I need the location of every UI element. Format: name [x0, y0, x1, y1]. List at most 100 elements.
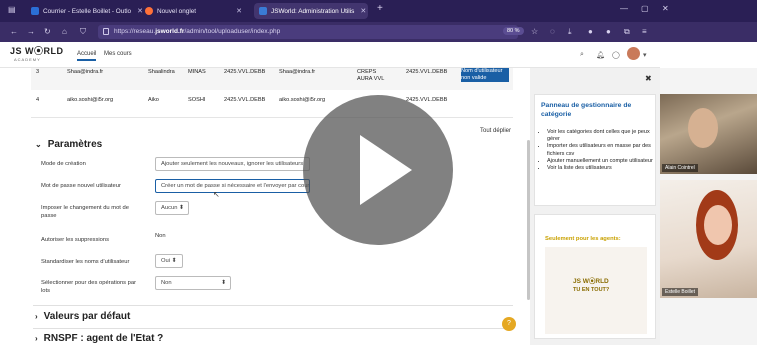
tab-label: Nouvel onglet	[157, 7, 197, 15]
download-icon[interactable]: ⤓	[568, 27, 572, 37]
select-arrow-icon: ⬍	[221, 280, 226, 286]
section-rnspf[interactable]: › RNSPF : agent de l'Etat ?	[35, 333, 163, 344]
chevron-down-icon[interactable]: ▾	[643, 51, 647, 59]
expand-all-link[interactable]: Tout déplier	[480, 128, 511, 134]
panel-link-add-user[interactable]: Ajouter manuellement un compte utilisate…	[547, 158, 655, 165]
participant-figure	[688, 108, 718, 148]
chevron-down-icon: ⌄	[35, 140, 42, 149]
url-prefix: https://reseau.	[114, 28, 156, 35]
cell-email: aiko.soshi@i5r.org	[67, 97, 114, 103]
close-icon[interactable]: ✖	[645, 74, 652, 83]
agents-image[interactable]: JS W⦿RLD TU EN TOUT?	[545, 247, 647, 334]
participant-name: Estelle Boillet	[662, 288, 699, 296]
back-icon[interactable]: ←	[10, 27, 18, 36]
help-button[interactable]: ?	[502, 317, 516, 331]
tab-outlook[interactable]: Courrier - Estelle Boillet - Outlo ✕	[26, 3, 148, 19]
play-button[interactable]	[303, 95, 453, 245]
close-tab-icon[interactable]: ✕	[360, 7, 366, 15]
section-default-values[interactable]: › Valeurs par défaut	[35, 311, 130, 322]
field-label: Mode de création	[41, 161, 86, 167]
firefox-icon	[145, 7, 153, 15]
browser-tab-bar: ▤ Courrier - Estelle Boillet - Outlo ✕ N…	[0, 0, 757, 22]
cell-code2: 2425.VVL.DEBB	[406, 69, 448, 75]
site-logo-subtitle: ACADEMY	[14, 57, 41, 62]
url-domain: jsworld.fr	[155, 28, 185, 35]
chevron-right-icon: ›	[35, 334, 38, 343]
bell-icon[interactable]: 🔔︎	[596, 51, 605, 59]
sidebar-toggle-icon[interactable]: ▤	[8, 5, 16, 14]
site-logo[interactable]: JS W⦿RLD	[10, 44, 64, 57]
home-icon[interactable]: ⌂	[62, 27, 67, 36]
panel-link-user-list[interactable]: Voir la liste des utilisateurs	[547, 165, 655, 172]
panel-link-view-categories[interactable]: Voir les catégories dont celles que je p…	[547, 129, 655, 143]
tab-jsworld[interactable]: JSWorld: Administration Utilis ✕	[254, 3, 368, 19]
bookmark-icon[interactable]: ☆	[531, 27, 538, 36]
new-tab-button[interactable]: +	[377, 3, 383, 14]
tab-new[interactable]: Nouvel onglet ✕	[140, 3, 247, 19]
lock-icon	[103, 28, 109, 35]
extensions-icon[interactable]: ⧉	[624, 27, 630, 37]
extension-icon[interactable]: ●	[588, 27, 593, 36]
cell-num: 4	[36, 97, 40, 103]
webcam-tile: Alain Cointrel	[660, 94, 757, 174]
avatar[interactable]	[627, 47, 640, 60]
search-icon[interactable]: ⌕	[580, 51, 584, 59]
jsworld-icon	[259, 7, 267, 15]
cell-status-invalid: Nom d'utilisateur non valide	[461, 68, 509, 82]
zoom-badge[interactable]: 80 %	[503, 27, 524, 35]
field-label: Imposer le changement du mot de passe	[41, 205, 129, 219]
select-value: Aucun	[161, 205, 178, 211]
table-row	[31, 90, 513, 118]
close-window-icon[interactable]: ✕	[662, 4, 669, 13]
chevron-right-icon: ›	[35, 312, 38, 321]
outlook-icon	[31, 7, 39, 15]
section-title: Paramètres	[47, 139, 103, 150]
tab-label: JSWorld: Administration Utilis	[271, 7, 355, 15]
standardise-usernames-select[interactable]: Oui ⬍	[155, 254, 183, 268]
field-label: Autoriser les suppressions	[41, 237, 109, 243]
pocket-icon[interactable]: ◌	[550, 27, 555, 36]
select-value: Oui	[161, 258, 171, 264]
nav-mes-cours[interactable]: Mes cours	[104, 51, 132, 57]
chat-icon[interactable]: ◯	[612, 51, 620, 59]
tab-label: Courrier - Estelle Boillet - Outlo	[43, 7, 132, 15]
select-value: Non	[161, 280, 172, 286]
panel-title: Panneau de gestionnaire de catégorie	[541, 102, 632, 118]
participant-name: Alain Cointrel	[662, 164, 698, 172]
cell-firstname: Aiko	[148, 97, 159, 103]
shield-icon[interactable]: ⛉	[80, 27, 86, 37]
bulk-operations-select[interactable]: Non ⬍	[155, 276, 231, 290]
agents-panel: Seulement pour les agents: JS W⦿RLD TU E…	[534, 214, 656, 339]
section-title: RNSPF : agent de l'Etat ?	[43, 333, 164, 344]
url-path: /admin/tool/uploaduser/index.php	[184, 28, 281, 35]
account-icon[interactable]: ●	[606, 27, 611, 36]
creation-mode-select[interactable]: Ajouter seulement les nouveaux, ignorer …	[155, 157, 310, 171]
panel-link-import-csv[interactable]: Importer des utilisateurs en masse par d…	[547, 143, 655, 157]
divider	[33, 305, 513, 306]
cell-lastname: SOSHI	[188, 97, 206, 103]
force-password-change-select[interactable]: Aucun ⬍	[155, 201, 189, 215]
participant-figure	[704, 205, 732, 245]
brand-line2: TU EN TOUT?	[573, 287, 610, 293]
close-tab-icon[interactable]: ✕	[236, 7, 242, 15]
cell-email: Shaa@indra.fr	[67, 69, 104, 75]
minimize-icon[interactable]: —	[620, 4, 628, 13]
agents-title: Seulement pour les agents:	[545, 236, 621, 242]
category-manager-panel: Panneau de gestionnaire de catégorie Voi…	[534, 94, 656, 206]
allow-deletes-value: Non	[155, 233, 166, 239]
section-title: Valeurs par défaut	[43, 311, 131, 322]
cell-code2: 2425.VVL.DEBB	[406, 97, 448, 103]
maximize-icon[interactable]: ▢	[641, 4, 649, 13]
url-bar[interactable]: https://reseau.jsworld.fr/admin/tool/upl…	[98, 25, 518, 39]
new-password-select[interactable]: Créer un mot de passe si nécessaire et l…	[155, 179, 310, 193]
cell-code: 2425.VVL.DEBB	[224, 69, 266, 75]
field-label: Mot de passe nouvel utilisateur	[41, 183, 121, 189]
menu-icon[interactable]: ≡	[642, 27, 647, 36]
nav-accueil[interactable]: Accueil	[77, 51, 97, 61]
webcam-tile: Estelle Boillet	[660, 180, 757, 298]
section-parametres[interactable]: ⌄ Paramètres	[35, 139, 102, 150]
cell-email2: aiko.soshi@i5r.org	[279, 97, 326, 103]
forward-icon[interactable]: →	[27, 27, 35, 36]
reload-icon[interactable]: ↻	[44, 27, 51, 36]
field-label: Standardiser les noms d'utilisateur	[41, 259, 130, 265]
